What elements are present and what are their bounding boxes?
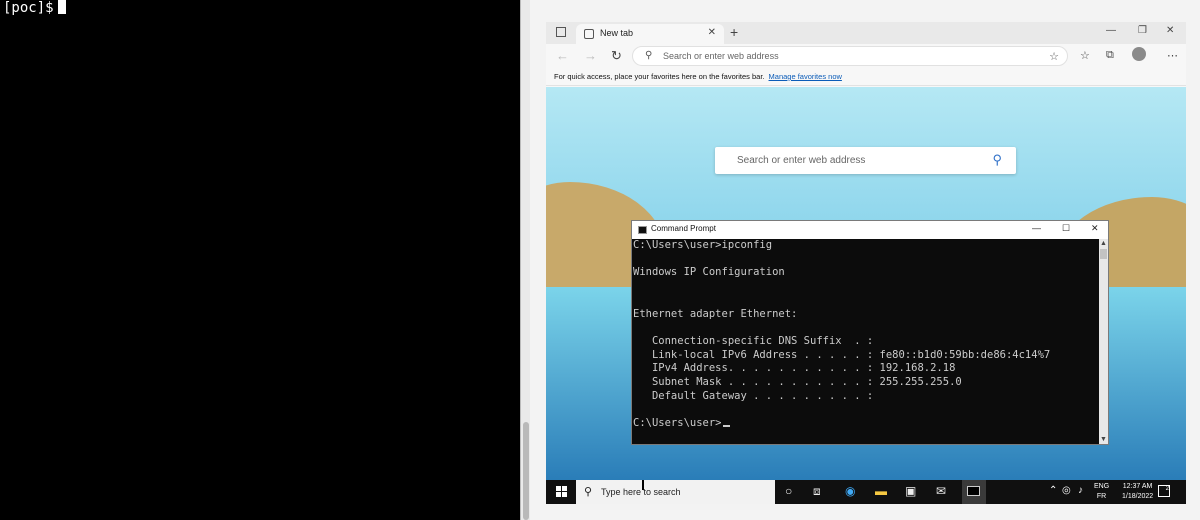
tab-close-icon[interactable]: ✕ — [708, 27, 716, 38]
favorites-bar: For quick access, place your favorites h… — [546, 68, 1186, 86]
tab-actions-icon[interactable] — [556, 27, 566, 37]
terminal-prompt: [poc]$ — [3, 0, 66, 16]
add-favorite-icon[interactable]: ☆ — [1049, 50, 1059, 63]
cmd-output-line: Windows IP Configuration — [633, 266, 785, 279]
cmd-maximize-button[interactable]: ☐ — [1062, 223, 1070, 234]
scroll-up-icon[interactable]: ▲ — [1100, 240, 1107, 247]
cmd-output-line: Subnet Mask . . . . . . . . . . . : 255.… — [633, 376, 962, 389]
terminal-cursor — [57, 0, 66, 14]
cmd-scrollbar[interactable]: ▲ ▼ — [1099, 239, 1108, 444]
cmd-output-line: IPv4 Address. . . . . . . . . . . : 192.… — [633, 362, 956, 375]
notification-center-icon[interactable]: 2 — [1158, 485, 1170, 497]
settings-more-icon[interactable]: ⋯ — [1167, 49, 1178, 62]
cmd-icon — [638, 226, 647, 234]
windows-start-icon[interactable] — [556, 486, 568, 498]
cmd-output-line — [633, 321, 1099, 335]
command-prompt-window[interactable]: Command Prompt — ☐ ✕ C:\Users\user>ipcon… — [631, 220, 1109, 445]
left-terminal[interactable]: [poc]$ — [0, 0, 520, 520]
cmd-close-button[interactable]: ✕ — [1091, 223, 1099, 234]
store-icon[interactable]: ▣ — [905, 484, 916, 498]
cmd-output[interactable]: C:\Users\user>ipconfig Windows IP Config… — [633, 239, 1099, 444]
favorites-icon[interactable]: ☆ — [1080, 49, 1090, 62]
edge-icon[interactable]: ◉ — [845, 484, 855, 498]
cmd-output-line — [633, 253, 1099, 267]
language-indicator[interactable]: ENG FR — [1094, 482, 1109, 502]
search-icon[interactable]: ⚲ — [992, 152, 1002, 168]
volume-icon[interactable]: ♪ — [1078, 485, 1083, 496]
tray-chevron-icon[interactable]: ⌃ — [1049, 485, 1057, 496]
tab-new-tab[interactable]: New tab ✕ — [576, 24, 724, 44]
address-placeholder: Search or enter web address — [663, 51, 779, 61]
network-icon[interactable]: ◎ — [1062, 485, 1071, 496]
newtab-page-icon — [584, 29, 594, 39]
cmd-minimize-button[interactable]: — — [1032, 223, 1041, 233]
address-bar[interactable]: ⚲ Search or enter web address ☆ — [632, 46, 1068, 66]
favorites-bar-message: For quick access, place your favorites h… — [554, 72, 842, 81]
scroll-down-icon[interactable]: ▼ — [1100, 436, 1107, 443]
tab-label: New tab — [600, 28, 634, 38]
cmd-output-line: Default Gateway . . . . . . . . . : — [633, 389, 874, 402]
close-window-button[interactable]: ✕ — [1166, 25, 1174, 36]
cmd-output-line: C:\Users\user>ipconfig — [633, 239, 773, 251]
cmd-output-line — [633, 403, 1099, 417]
navigation-bar: ← → ↻ ⚲ Search or enter web address ☆ ☆ … — [546, 44, 1186, 68]
search-icon: ⚲ — [584, 486, 593, 498]
taskbar-search-placeholder: Type here to search — [601, 487, 681, 497]
cmd-taskbar-icon[interactable] — [962, 480, 986, 504]
scrollbar-thumb[interactable] — [523, 422, 529, 520]
clock[interactable]: 12:37 AM 1/18/2022 — [1122, 482, 1153, 502]
scrollbar-thumb[interactable] — [1100, 249, 1107, 259]
splitter-scrollbar[interactable] — [520, 0, 530, 520]
cmd-caret — [722, 425, 730, 428]
cmd-output-line: Connection-specific DNS Suffix . : — [633, 334, 874, 347]
mouse-cursor — [642, 480, 644, 490]
forward-button[interactable]: → — [584, 48, 597, 63]
restore-button[interactable]: ❐ — [1138, 25, 1147, 36]
file-explorer-icon[interactable]: ▬ — [875, 484, 887, 498]
refresh-button[interactable]: ↻ — [611, 48, 622, 64]
cmd-output-line: Ethernet adapter Ethernet: — [633, 307, 798, 320]
cortana-icon[interactable]: ○ — [785, 484, 792, 498]
minimize-button[interactable]: — — [1106, 25, 1116, 36]
search-icon: ⚲ — [645, 50, 653, 61]
task-view-icon[interactable]: ⧈ — [813, 484, 821, 499]
taskbar-search-box[interactable]: ⚲ Type here to search — [576, 480, 775, 504]
tab-bar: New tab ✕ + — ❐ ✕ — [546, 22, 1186, 44]
cmd-output-line: Link-local IPv6 Address . . . . . : fe80… — [633, 348, 1051, 361]
cmd-titlebar[interactable]: Command Prompt — ☐ ✕ — [632, 221, 1108, 239]
page-search-box[interactable]: Search or enter web address ⚲ — [715, 147, 1016, 174]
collections-icon[interactable]: ⧉ — [1106, 49, 1114, 62]
manage-favorites-link[interactable]: Manage favorites now — [769, 72, 842, 81]
cmd-current-prompt: C:\Users\user> — [633, 417, 722, 430]
page-search-placeholder: Search or enter web address — [737, 155, 866, 166]
profile-avatar[interactable] — [1132, 47, 1146, 61]
new-tab-button[interactable]: + — [730, 24, 738, 40]
cmd-title: Command Prompt — [651, 224, 716, 233]
back-button[interactable]: ← — [556, 48, 569, 63]
cmd-output-line — [633, 280, 1099, 294]
mail-icon[interactable]: ✉ — [936, 484, 946, 498]
cmd-output-line — [633, 294, 1099, 308]
